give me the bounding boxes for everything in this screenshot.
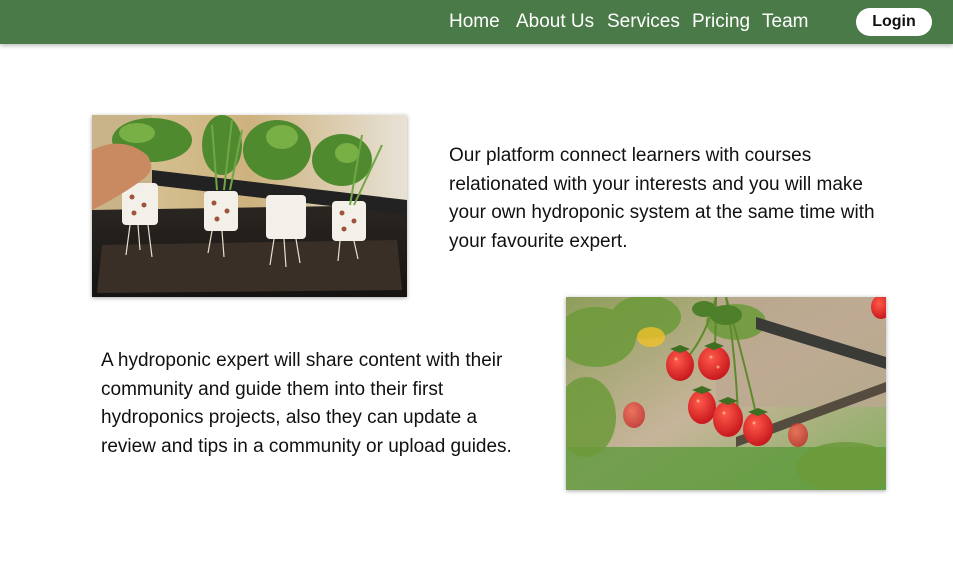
nav-team-link[interactable]: Team: [762, 11, 808, 33]
expert-description-text: A hydroponic expert will share content w…: [101, 350, 512, 458]
top-navbar: Home About Us Services Pricing Team Logi…: [0, 0, 953, 44]
hydroponic-plants-photo: [92, 115, 407, 297]
nav-about-link[interactable]: About Us: [516, 11, 594, 33]
strawberries-photo: [566, 297, 886, 490]
platform-description-text: Our platform connect learners with cours…: [449, 145, 875, 253]
nav-services-link[interactable]: Services: [607, 11, 680, 33]
nav-pricing-link[interactable]: Pricing: [692, 11, 750, 33]
nav-home-link[interactable]: Home: [449, 11, 500, 33]
login-button[interactable]: Login: [856, 8, 932, 36]
